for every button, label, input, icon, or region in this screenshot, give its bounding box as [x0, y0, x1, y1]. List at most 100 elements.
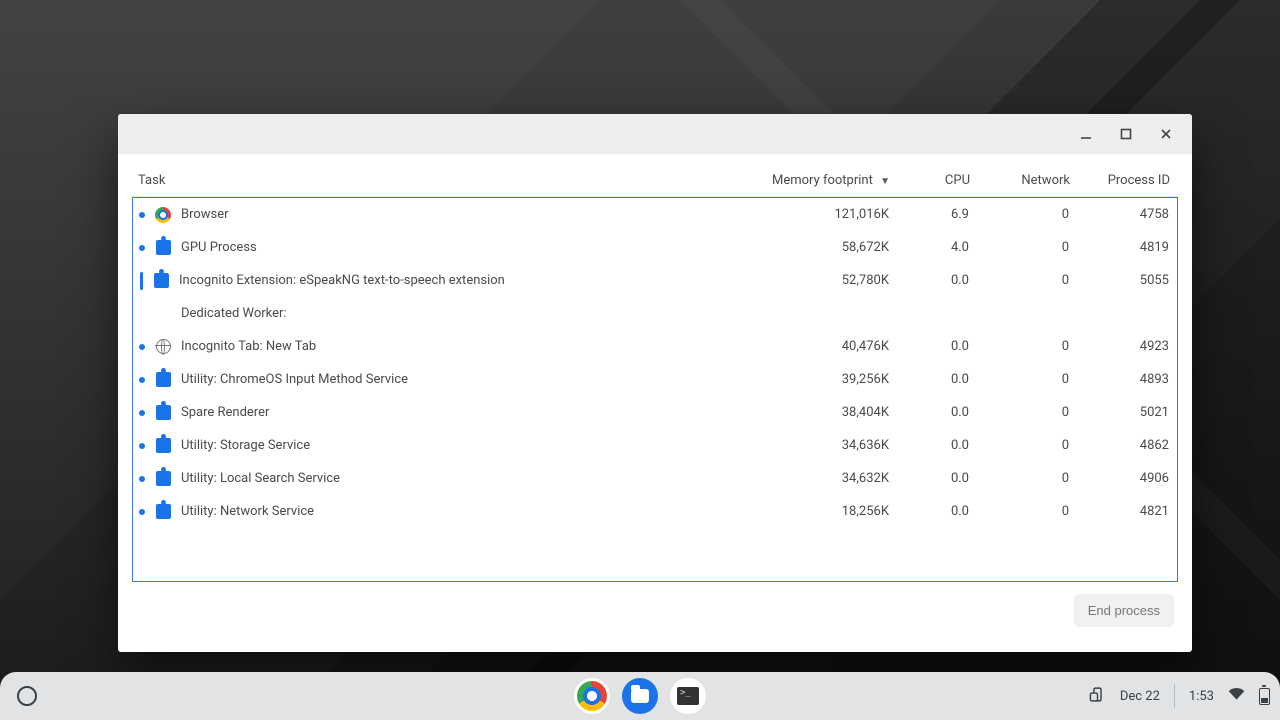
sort-descending-icon: ▼ — [880, 176, 890, 187]
header-memory[interactable]: Memory footprint ▼ — [760, 173, 900, 188]
header-cpu[interactable]: CPU — [900, 173, 980, 188]
table-row[interactable]: Browser 121,016K6.904758 — [133, 198, 1177, 231]
cell-pid: 4821 — [1079, 504, 1177, 519]
table-row[interactable]: Utility: Local Search Service 34,632K0.00… — [133, 462, 1177, 495]
files-icon — [631, 689, 649, 703]
battery-icon[interactable] — [1259, 688, 1270, 705]
cell-network: 0 — [979, 438, 1079, 453]
cell-memory: 121,016K — [759, 207, 899, 222]
group-dot-icon — [139, 410, 145, 416]
cell-cpu: 0.0 — [899, 504, 979, 519]
cell-cpu: 0.0 — [899, 405, 979, 420]
end-process-button[interactable]: End process — [1074, 594, 1174, 627]
table-row[interactable]: Incognito Extension: eSpeakNG text-to-sp… — [133, 264, 1177, 297]
phone-hub-icon[interactable] — [1089, 686, 1106, 707]
group-dot-icon — [139, 212, 145, 218]
task-name: Dedicated Worker: — [181, 306, 287, 321]
cell-pid: 5055 — [1079, 273, 1177, 288]
cell-memory: 39,256K — [759, 372, 899, 387]
task-manager-window: Task Memory footprint ▼ CPU Network Proc… — [118, 114, 1192, 652]
group-dot-icon — [139, 509, 145, 515]
shelf-app-terminal[interactable] — [670, 678, 706, 714]
cell-cpu: 4.0 — [899, 240, 979, 255]
close-button[interactable] — [1146, 117, 1186, 151]
globe-icon — [155, 339, 171, 355]
task-name: Utility: Network Service — [181, 504, 314, 519]
cell-pid: 4758 — [1079, 207, 1177, 222]
tray-separator — [1174, 684, 1175, 708]
extension-icon — [155, 471, 171, 487]
cell-network: 0 — [979, 240, 1079, 255]
process-table: Browser121,016K6.904758GPU Process58,672… — [132, 197, 1178, 582]
header-task[interactable]: Task — [132, 173, 760, 188]
table-row[interactable]: Dedicated Worker: — [133, 297, 1177, 330]
cell-pid: 4893 — [1079, 372, 1177, 387]
cell-memory: 38,404K — [759, 405, 899, 420]
cell-memory: 58,672K — [759, 240, 899, 255]
group-spacer — [139, 311, 145, 317]
group-dot-icon — [139, 476, 145, 482]
extension-icon — [155, 504, 171, 520]
cell-cpu: 6.9 — [899, 207, 979, 222]
cell-network: 0 — [979, 207, 1079, 222]
cell-cpu: 0.0 — [899, 339, 979, 354]
launcher-button[interactable] — [10, 679, 44, 713]
group-bar-icon — [140, 272, 143, 290]
extension-icon — [155, 405, 171, 421]
chrome-icon — [155, 207, 171, 223]
tray-time: 1:53 — [1189, 689, 1214, 704]
task-name: Browser — [181, 207, 229, 222]
cell-memory: 34,632K — [759, 471, 899, 486]
maximize-button[interactable] — [1106, 117, 1146, 151]
cell-memory: 18,256K — [759, 504, 899, 519]
tray-date: Dec 22 — [1120, 689, 1160, 704]
shelf: Dec 22 1:53 — [0, 672, 1280, 720]
group-dot-icon — [139, 377, 145, 383]
cell-network: 0 — [979, 471, 1079, 486]
status-tray[interactable]: Dec 22 1:53 — [1089, 684, 1270, 708]
extension-icon — [155, 438, 171, 454]
cell-pid: 4819 — [1079, 240, 1177, 255]
extension-icon — [155, 240, 171, 256]
table-row[interactable]: Utility: Storage Service34,636K0.004862 — [133, 429, 1177, 462]
minimize-button[interactable] — [1066, 117, 1106, 151]
group-dot-icon — [139, 245, 145, 251]
cell-cpu: 0.0 — [899, 471, 979, 486]
extension-icon — [153, 273, 169, 289]
cell-pid: 4862 — [1079, 438, 1177, 453]
table-row[interactable]: GPU Process 58,672K4.004819 — [133, 231, 1177, 264]
cell-memory: 34,636K — [759, 438, 899, 453]
shelf-app-chrome[interactable] — [574, 678, 610, 714]
table-row[interactable]: Utility: Network Service18,256K0.004821 — [133, 495, 1177, 528]
header-memory-label: Memory footprint — [772, 173, 873, 188]
maximize-icon — [1119, 127, 1133, 141]
no-icon — [155, 306, 171, 322]
cell-network: 0 — [979, 339, 1079, 354]
group-dot-icon — [139, 344, 145, 350]
wifi-icon[interactable] — [1228, 687, 1245, 705]
cell-network: 0 — [979, 372, 1079, 387]
header-process-id[interactable]: Process ID — [1080, 173, 1178, 188]
column-headers: Task Memory footprint ▼ CPU Network Proc… — [132, 164, 1178, 197]
table-row[interactable]: Incognito Tab: New Tab40,476K0.004923 — [133, 330, 1177, 363]
header-network[interactable]: Network — [980, 173, 1080, 188]
extension-icon — [155, 372, 171, 388]
shelf-app-files[interactable] — [622, 678, 658, 714]
cell-pid: 4906 — [1079, 471, 1177, 486]
cell-pid: 5021 — [1079, 405, 1177, 420]
task-name: Utility: Local Search Service — [181, 471, 340, 486]
task-name: Utility: ChromeOS Input Method Service — [181, 372, 408, 387]
terminal-icon — [677, 687, 699, 705]
table-row[interactable]: Spare Renderer38,404K0.005021 — [133, 396, 1177, 429]
launcher-icon — [17, 686, 37, 706]
table-row[interactable]: Utility: ChromeOS Input Method Service 39… — [133, 363, 1177, 396]
cell-cpu: 0.0 — [899, 273, 979, 288]
cell-network: 0 — [979, 405, 1079, 420]
shelf-apps — [574, 678, 706, 714]
cell-network: 0 — [979, 273, 1079, 288]
group-dot-icon — [139, 443, 145, 449]
task-name: GPU Process — [181, 240, 257, 255]
cell-pid: 4923 — [1079, 339, 1177, 354]
cell-cpu: 0.0 — [899, 438, 979, 453]
window-titlebar[interactable] — [118, 114, 1192, 154]
